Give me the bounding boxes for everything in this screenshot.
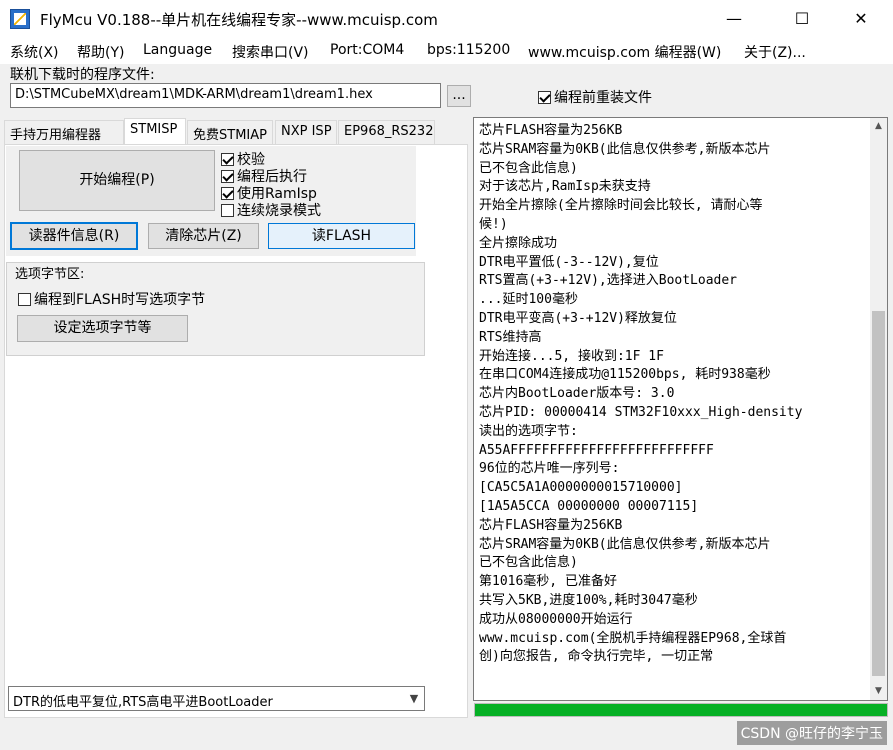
scroll-down-icon[interactable]: ▼ <box>870 683 887 700</box>
menu-system[interactable]: 系统(X) <box>10 42 59 62</box>
write-option-bytes-checkbox[interactable]: 编程到FLASH时写选项字节 <box>18 289 205 309</box>
write-option-check-icon <box>18 292 31 306</box>
menu-help[interactable]: 帮助(Y) <box>77 42 124 62</box>
log-line: 在串口COM4连接成功@115200bps, 耗时938毫秒 <box>479 367 771 383</box>
log-line: 创)向您报告, 命令执行完毕, 一切正常 <box>479 649 714 665</box>
reload-before-program-checkbox[interactable]: 编程前重装文件 <box>538 87 652 107</box>
maximize-button[interactable]: ☐ <box>779 0 825 38</box>
tab-nxp-isp[interactable]: NXP ISP <box>275 120 337 144</box>
log-line: 开始连接...5, 接收到:1F 1F <box>479 348 664 364</box>
browse-button[interactable]: ... <box>447 85 471 107</box>
read-device-info-button[interactable]: 读器件信息(R) <box>10 222 138 250</box>
app-icon <box>10 9 30 29</box>
continuous-label: 连续烧录模式 <box>237 203 321 219</box>
log-line: 96位的芯片唯一序列号: <box>479 461 620 477</box>
log-lines: 芯片FLASH容量为256KB 芯片SRAM容量为0KB(此信息仅供参考,新版本芯… <box>479 122 863 667</box>
scroll-thumb[interactable] <box>872 311 885 676</box>
menu-programmer[interactable]: www.mcuisp.com 编程器(W) <box>528 42 721 62</box>
log-line: A55AFFFFFFFFFFFFFFFFFFFFFFFFFF <box>479 442 714 458</box>
reload-check-icon <box>538 90 551 104</box>
log-line: DTR电平变高(+3-+12V)释放复位 <box>479 310 677 326</box>
menu-about[interactable]: 关于(Z)... <box>744 42 806 62</box>
log-line: 共写入5KB,进度100%,耗时3047毫秒 <box>479 592 698 608</box>
option-group-title: 选项字节区: <box>15 267 85 282</box>
log-line: 对于该芯片,RamIsp未获支持 <box>479 179 651 195</box>
tab-handheld-programmer[interactable]: 手持万用编程器 <box>4 120 124 144</box>
log-line: 芯片SRAM容量为0KB(此信息仅供参考,新版本芯片 <box>479 536 771 552</box>
continuous-check-icon <box>221 203 234 217</box>
read-flash-button[interactable]: 读FLASH <box>268 223 415 249</box>
log-line: 芯片FLASH容量为256KB <box>479 123 623 138</box>
log-scrollbar[interactable]: ▲ ▼ <box>870 118 887 700</box>
verify-check-icon <box>221 152 234 166</box>
log-line: 全片擦除成功 <box>479 235 558 251</box>
file-label: 联机下载时的程序文件: <box>10 67 155 83</box>
log-line: 芯片SRAM容量为0KB(此信息仅供参考,新版本芯片 <box>479 141 771 157</box>
progress-bar <box>474 703 888 717</box>
close-button[interactable]: ✕ <box>838 0 884 38</box>
start-programming-button[interactable]: 开始编程(P) <box>19 150 215 211</box>
log-line: 已不包含此信息) <box>479 555 578 571</box>
log-line: ...延时100毫秒 <box>479 292 578 308</box>
run-after-check-icon <box>221 169 234 183</box>
log-line: www.mcuisp.com(全脱机手持编程器EP968,全球首 <box>479 630 787 646</box>
continuous-burn-checkbox[interactable]: 连续烧录模式 <box>221 200 321 220</box>
log-line: [CA5C5A1A0000000015710000] <box>479 480 683 496</box>
log-line: [1A5A5CCA 00000000 00007115] <box>479 498 699 514</box>
reload-label: 编程前重装文件 <box>554 90 652 106</box>
log-line: 芯片内BootLoader版本号: 3.0 <box>479 386 675 402</box>
window-title: FlyMcu V0.188--单片机在线编程专家--www.mcuisp.com <box>40 11 438 29</box>
menu-port[interactable]: Port:COM4 <box>330 42 404 58</box>
title-bar: FlyMcu V0.188--单片机在线编程专家--www.mcuisp.com… <box>0 0 893 38</box>
log-line: 芯片PID: 00000414 STM32F10xxx_High-density <box>479 404 803 420</box>
menu-search-port[interactable]: 搜索串口(V) <box>232 42 309 62</box>
minimize-button[interactable]: — <box>711 0 757 38</box>
reset-mode-select[interactable]: DTR的低电平复位,RTS高电平进BootLoader ▼ <box>8 686 425 711</box>
write-option-label: 编程到FLASH时写选项字节 <box>34 292 206 308</box>
log-output[interactable]: 芯片FLASH容量为256KB 芯片SRAM容量为0KB(此信息仅供参考,新版本芯… <box>473 117 888 701</box>
tab-free-stmiap[interactable]: 免费STMIAP <box>187 120 273 144</box>
log-line: DTR电平置低(-3--12V),复位 <box>479 254 659 270</box>
progress-fill <box>475 704 887 716</box>
reset-mode-value: DTR的低电平复位,RTS高电平进BootLoader <box>13 695 273 710</box>
watermark: CSDN @旺仔的李宁玉 <box>736 721 887 745</box>
log-line: RTS置高(+3-+12V),选择进入BootLoader <box>479 273 738 289</box>
file-path-input[interactable]: D:\STMCubeMX\dream1\MDK-ARM\dream1\dream… <box>10 83 441 108</box>
set-option-bytes-button[interactable]: 设定选项字节等 <box>17 315 188 342</box>
log-line: 读出的选项字节: <box>479 423 578 439</box>
ramisp-check-icon <box>221 186 234 200</box>
tab-stmisp[interactable]: STMISP <box>124 118 186 145</box>
log-line: 候!) <box>479 216 508 232</box>
log-line: RTS维持高 <box>479 329 542 345</box>
menu-bps[interactable]: bps:115200 <box>427 42 510 58</box>
log-line: 芯片FLASH容量为256KB <box>479 517 623 533</box>
scroll-up-icon[interactable]: ▲ <box>870 118 887 135</box>
menu-bar: 系统(X) 帮助(Y) Language 搜索串口(V) Port:COM4 b… <box>0 38 893 64</box>
erase-chip-button[interactable]: 清除芯片(Z) <box>148 223 259 249</box>
log-line: 成功从08000000开始运行 <box>479 611 633 627</box>
log-line: 第1016毫秒, 已准备好 <box>479 574 617 590</box>
tab-ep968[interactable]: EP968_RS232 <box>338 120 435 144</box>
log-line: 开始全片擦除(全片擦除时间会比较长, 请耐心等 <box>479 198 763 214</box>
log-line: 已不包含此信息) <box>479 160 578 176</box>
menu-language[interactable]: Language <box>143 42 212 58</box>
chevron-down-icon: ▼ <box>409 692 419 705</box>
